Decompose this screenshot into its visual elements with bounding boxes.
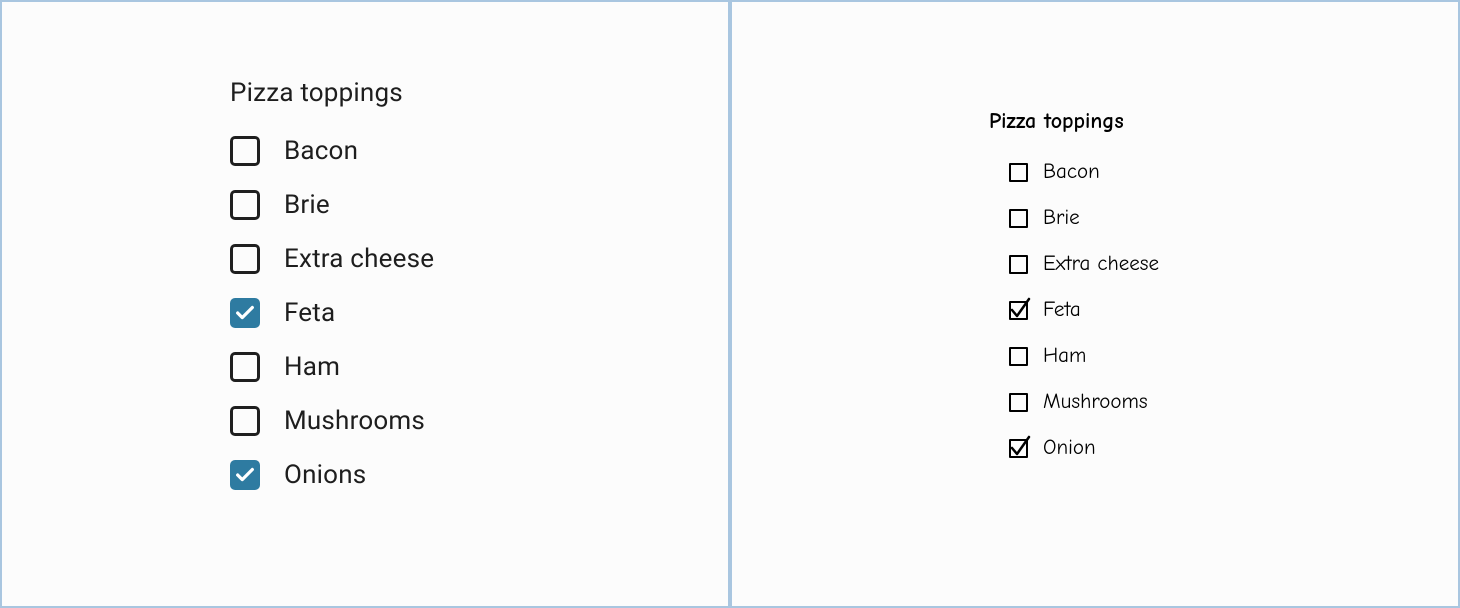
checkbox-label: Onion — [1043, 436, 1096, 460]
checkbox-item-extra-cheese[interactable]: Extra cheese — [1007, 252, 1458, 276]
checkbox-icon — [1007, 254, 1027, 274]
checkbox-item-feta[interactable]: Feta — [1007, 298, 1458, 322]
checkbox-label: Brie — [284, 190, 330, 220]
checkbox-label: Brie — [1043, 206, 1080, 230]
checkbox-item-ham[interactable]: Ham — [1007, 344, 1458, 368]
checkbox-icon — [230, 460, 260, 490]
checkbox-icon — [1007, 438, 1027, 458]
checkbox-label: Feta — [1043, 298, 1081, 322]
checkbox-icon — [1007, 346, 1027, 366]
checkbox-label: Mushrooms — [1043, 390, 1148, 414]
checkbox-item-onion[interactable]: Onion — [1007, 436, 1458, 460]
checkbox-item-extra-cheese[interactable]: Extra cheese — [230, 244, 728, 274]
checkbox-item-onions[interactable]: Onions — [230, 460, 728, 490]
left-heading: Pizza toppings — [230, 78, 728, 108]
checkbox-item-mushrooms[interactable]: Mushrooms — [230, 406, 728, 436]
checkbox-label: Ham — [1043, 344, 1086, 368]
checkbox-item-bacon[interactable]: Bacon — [230, 136, 728, 166]
checkbox-icon — [230, 136, 260, 166]
left-panel: Pizza toppings Bacon Brie Extra cheese F… — [0, 0, 730, 608]
checkbox-icon — [1007, 392, 1027, 412]
checkbox-label: Extra cheese — [1043, 252, 1159, 276]
checkbox-icon — [230, 244, 260, 274]
checkbox-icon — [230, 352, 260, 382]
right-heading: Pizza toppings — [989, 108, 1458, 134]
checkbox-label: Bacon — [1043, 160, 1100, 184]
checkbox-item-mushrooms[interactable]: Mushrooms — [1007, 390, 1458, 414]
checkbox-label: Feta — [284, 298, 335, 328]
checkbox-icon — [230, 406, 260, 436]
checkbox-icon — [230, 298, 260, 328]
checkbox-label: Extra cheese — [284, 244, 434, 274]
checkbox-icon — [1007, 300, 1027, 320]
right-checkbox-list: Bacon Brie Extra cheese Feta Ham Mushroo… — [989, 160, 1458, 460]
checkbox-label: Ham — [284, 352, 340, 382]
checkbox-icon — [1007, 208, 1027, 228]
checkbox-item-brie[interactable]: Brie — [230, 190, 728, 220]
checkbox-label: Onions — [284, 460, 366, 490]
right-panel: Pizza toppings Bacon Brie Extra cheese F… — [730, 0, 1460, 608]
checkbox-label: Mushrooms — [284, 406, 425, 436]
checkbox-icon — [230, 190, 260, 220]
left-checkbox-list: Bacon Brie Extra cheese Feta Ham — [230, 136, 728, 490]
checkbox-item-brie[interactable]: Brie — [1007, 206, 1458, 230]
checkbox-item-ham[interactable]: Ham — [230, 352, 728, 382]
checkbox-label: Bacon — [284, 136, 358, 166]
checkbox-item-feta[interactable]: Feta — [230, 298, 728, 328]
checkbox-icon — [1007, 162, 1027, 182]
checkbox-item-bacon[interactable]: Bacon — [1007, 160, 1458, 184]
